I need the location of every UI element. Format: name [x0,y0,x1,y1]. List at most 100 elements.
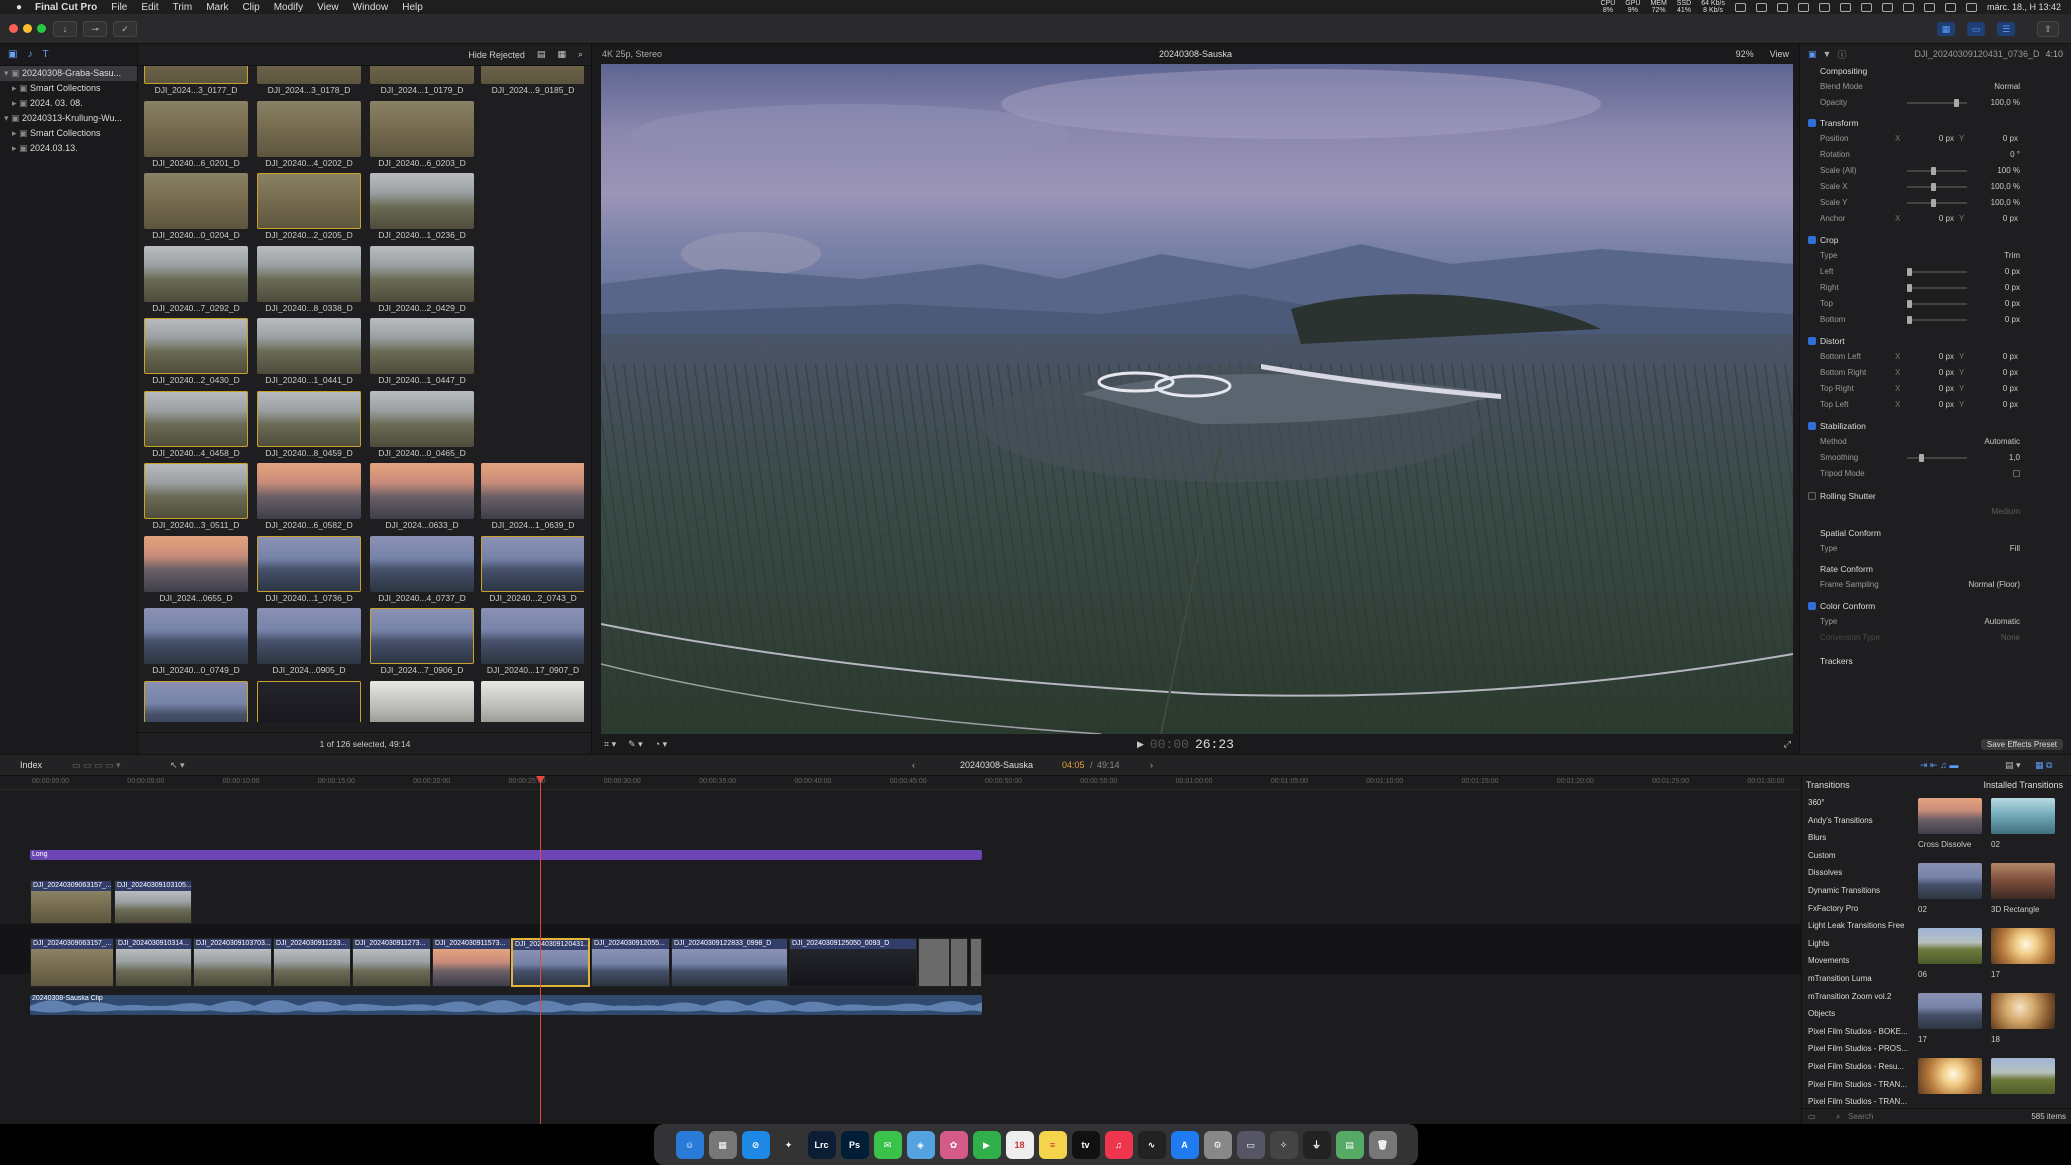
inspector-section-header[interactable]: Trackers [1800,654,2071,668]
enable-checkbox[interactable] [1808,602,1816,610]
param-slider[interactable] [1907,167,1967,175]
clip-thumbnail[interactable]: DJI_20240...7_0292_D [144,245,248,314]
clip-thumbnail[interactable]: DJI_20240...0_0749_D [144,608,248,676]
libraries-tab-icon[interactable]: ▣ [8,49,17,60]
retime-icon[interactable]: ◔ ▾ [655,739,667,750]
clip-thumbnail[interactable]: DJI_20240...8_0338_D [257,245,361,314]
apple-menu-icon[interactable]: ● [10,2,28,13]
activity-monitor-icon[interactable]: ⏚ [1302,1130,1331,1159]
enable-checkbox[interactable] [1808,492,1816,500]
menu-modify[interactable]: Modify [267,2,310,13]
inspector-section-header[interactable]: Rate Conform [1800,562,2071,576]
disclosure-icon[interactable]: ▸ ▣ [12,98,30,108]
slider-knob[interactable] [1931,167,1936,175]
clip-thumbnail[interactable]: DJI_20240...1_0236_D [370,173,474,241]
clip-thumbnail[interactable]: DJI_20240...1_0441_D [257,318,361,386]
primary-clip[interactable]: DJI_2024030911233... [273,938,351,987]
library-item[interactable]: ▸ ▣ Smart Collections [0,126,137,141]
param-slider[interactable] [1907,199,1967,207]
transition-category[interactable]: FxFactory Pro [1802,900,1912,918]
transition-thumbnail[interactable]: 06 [1918,928,1982,982]
screen-icon[interactable]: ▭ [1236,1130,1265,1159]
clip-thumbnail[interactable]: DJI_20240...4_0202_D [257,100,361,169]
transition-thumbnail[interactable] [1991,1058,2055,1094]
inspector-section-header[interactable]: Transform [1800,116,2071,130]
clip-thumbnail[interactable]: DJI_20240...6_0582_D [257,463,361,531]
transition-category[interactable]: mTransition Luma [1802,970,1912,988]
slider-knob[interactable] [1953,99,1959,107]
audio-clip[interactable]: 20240308-Sauska Clip [30,995,982,1015]
primary-clip[interactable]: DJI_20240309122833_0998_D [671,938,788,987]
primary-clip[interactable]: DJI_20240309125050_0093_D [789,938,917,987]
enable-checkbox[interactable] [1808,119,1816,127]
inspector-section-header[interactable]: Crop [1800,233,2071,247]
record-icon[interactable] [1818,2,1830,12]
connected-clip[interactable]: DJI_20240309063157_... [30,880,112,924]
timeline-toggle-icon[interactable]: ▭ [1967,22,1985,36]
filmstrip-view-icon[interactable]: ▤ [537,49,546,60]
transition-thumbnail[interactable]: 17 [1991,928,2055,982]
installed-transitions-dropdown[interactable]: Installed Transitions [1983,780,2063,790]
safari-icon[interactable]: ⊘ [741,1130,770,1159]
transitions-search-input[interactable]: Search [1848,1109,1873,1125]
gap-clip[interactable] [950,938,968,987]
clip-thumbnail[interactable]: DJI_20240...3_0511_D [144,463,248,531]
param-slider[interactable] [1907,316,1967,324]
transition-category[interactable]: mTransition Zoom vol.2 [1802,988,1912,1006]
timeline-ruler[interactable]: 00:00:00:00 00:00:05:00 00:00:10:00 00:00:1… [0,776,1801,790]
connected-clip[interactable]: DJI_20240309103105... [114,880,192,924]
clip-thumbnail[interactable]: DJI_20240...2_0205_D [257,173,361,241]
forward-arrow-icon[interactable]: › [1150,760,1153,770]
clip-thumbnail[interactable]: DJI_2024...3_0178_D [257,66,361,96]
apple-tv-icon[interactable]: tv [1071,1130,1100,1159]
enable-checkbox[interactable] [1808,422,1816,430]
filter-dropdown[interactable]: Hide Rejected [468,50,525,60]
param-value[interactable]: 1,0 [2009,451,2020,465]
menu-clip[interactable]: Clip [235,2,266,13]
photos-tab-icon[interactable]: ♪ [27,49,32,60]
clip-thumbnail[interactable]: DJI_2024...3_0177_D [144,66,248,96]
clip-thumbnail[interactable] [481,680,584,722]
transition-thumbnail[interactable]: 02 [1991,798,2055,852]
param-y-value[interactable]: 0 px [1974,382,2018,396]
trash-icon[interactable]: 🗑 [1368,1130,1397,1159]
param-value[interactable]: 0 px [2005,265,2020,279]
param-value[interactable]: 100,0 % [1991,96,2020,110]
param-value[interactable]: 0 px [2005,297,2020,311]
clip-thumbnail[interactable]: DJI_2024...0633_D [370,463,474,531]
compressor-icon[interactable]: ✧ [1269,1130,1298,1159]
param-slider[interactable] [1907,99,1967,107]
param-x-value[interactable]: 0 px [1910,366,1954,380]
library-item[interactable]: ▾ ▣ 20240313-Krullung-Wu... [0,111,137,126]
clip-thumbnail[interactable]: DJI_20240...0_0204_D [144,173,248,241]
clip-thumbnail[interactable]: DJI_20240...8_0459_D [257,390,361,459]
primary-clip[interactable]: DJI_20240309063157_... [30,938,114,987]
timecode-display[interactable]: ▶ 00:00 26:23 [1137,737,1234,752]
inspector-section-header[interactable]: Spatial Conform [1800,526,2071,540]
clip-thumbnail[interactable]: DJI_20240...4_0737_D [370,535,474,604]
app-store-icon[interactable]: A [1170,1130,1199,1159]
voice-memos-icon[interactable]: ∿ [1137,1130,1166,1159]
param-value[interactable]: Automatic [1984,435,2020,449]
inspector-section-header[interactable]: Compositing [1800,64,2071,78]
param-value[interactable]: Normal (Floor) [1968,578,2020,592]
filter-inspector-icon[interactable]: ▼ [1823,49,1832,59]
enable-checkbox[interactable] [1808,236,1816,244]
audio-skimming-icon[interactable]: ⇥ ⇤ ♫ ▬ [1920,760,1958,771]
playhead[interactable] [540,776,541,1124]
facetime-icon[interactable]: ▶ [972,1130,1001,1159]
clip-thumbnail[interactable]: DJI_20240...2_0429_D [370,245,474,314]
spotify-icon[interactable] [1797,2,1809,12]
gpu-stat[interactable]: GPU 9% [1625,0,1640,14]
cpu-stat[interactable]: CPU 8% [1601,0,1616,14]
library-item[interactable]: ▸ ▣ Smart Collections [0,81,137,96]
siri-icon[interactable] [1965,2,1977,12]
param-slider[interactable] [1907,300,1967,308]
notes-icon[interactable]: ≡ [1038,1130,1067,1159]
clip-thumbnail[interactable]: DJI_20240...2_0743_D [481,535,584,604]
enable-checkbox[interactable] [1808,337,1816,345]
param-slider[interactable] [1907,454,1967,462]
param-y-value[interactable]: 0 px [1974,212,2018,226]
photos-icon[interactable]: ✿ [939,1130,968,1159]
primary-clip[interactable]: DJI_2024030912055... [591,938,670,987]
